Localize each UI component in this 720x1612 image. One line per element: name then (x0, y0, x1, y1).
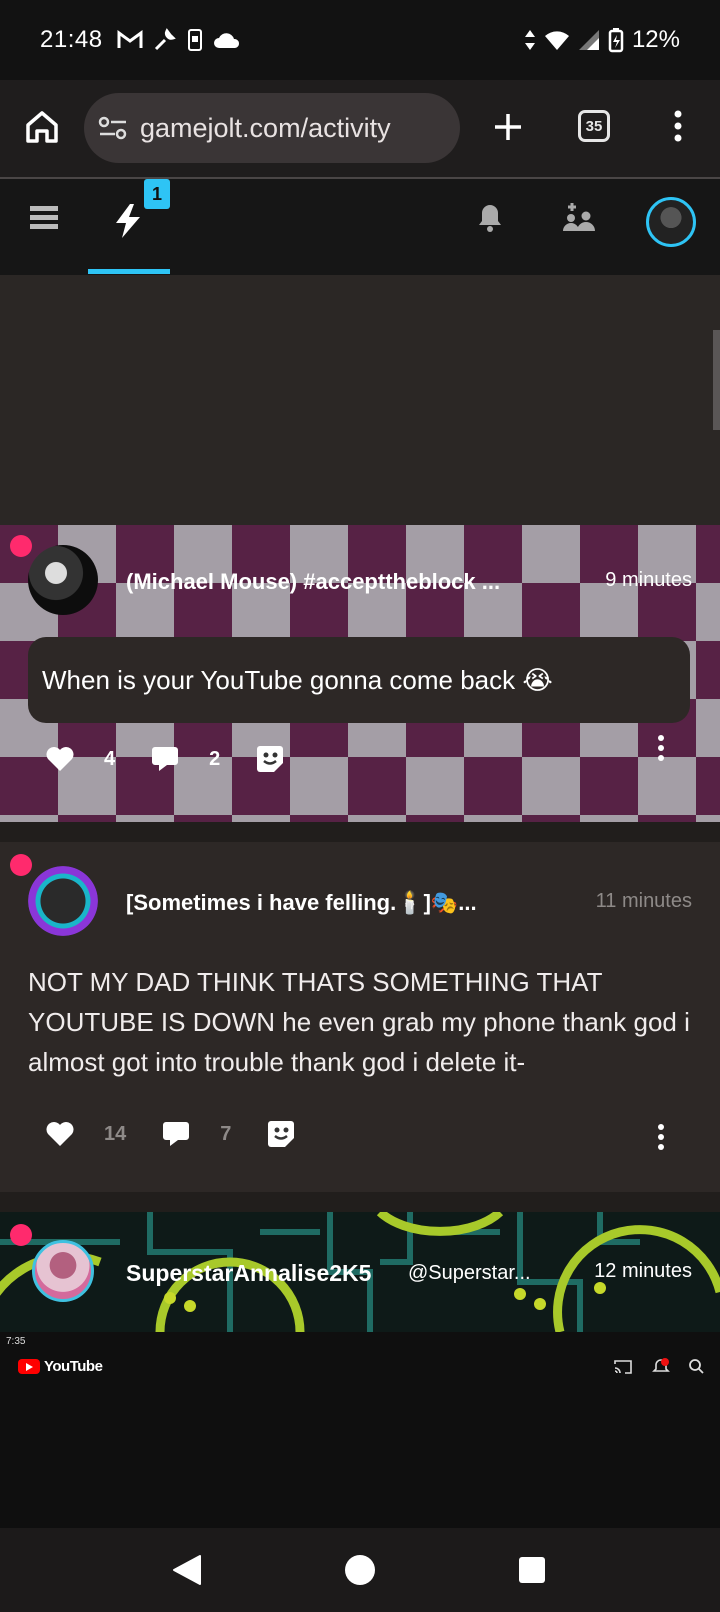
screen: 21:48 12% gamejolt.com/activity 35 1 (Mi… (0, 0, 720, 1612)
post-image[interactable]: 7:35 YouTube (0, 1332, 720, 1528)
url-text: gamejolt.com/activity (140, 112, 391, 143)
tabs-icon[interactable]: 35 (578, 110, 610, 142)
comment-icon[interactable] (151, 745, 179, 773)
activity-badge: 1 (144, 179, 170, 209)
battery-icon (608, 28, 624, 53)
post-actions: 14 7 (46, 1120, 295, 1148)
phone-icon (187, 29, 202, 51)
post-card[interactable]: SuperstarAnnalise2K5 @Superstar... 12 mi… (0, 1212, 720, 1332)
comment-count: 2 (209, 747, 221, 770)
like-count: 4 (104, 747, 116, 770)
youtube-logo: YouTube (18, 1358, 103, 1375)
activity-bolt-icon[interactable] (112, 203, 144, 239)
post-actions: 4 2 (46, 745, 284, 773)
gmail-icon (117, 30, 143, 48)
post-content: NOT MY DAD THINK THATS SOMETHING THAT YO… (28, 967, 690, 1077)
live-indicator (10, 535, 32, 557)
wifi-icon (544, 31, 569, 50)
browser-toolbar: gamejolt.com/activity 35 (0, 80, 720, 178)
like-icon[interactable] (46, 1121, 74, 1147)
signal-icon (578, 30, 599, 50)
post-content: When is your YouTube gonna come back 😭 (28, 637, 690, 723)
status-notification-icons (117, 28, 241, 52)
home-icon[interactable] (24, 109, 60, 145)
recents-icon[interactable] (518, 1556, 546, 1584)
data-arrows-icon (524, 30, 535, 50)
post-card[interactable]: (Michael Mouse) #accepttheblock ... 9 mi… (0, 525, 720, 822)
home-button-icon[interactable] (344, 1554, 376, 1586)
battery-level: 12% (631, 26, 680, 53)
post-handle[interactable]: @Superstar... (408, 1262, 531, 1285)
site-settings-icon[interactable] (98, 115, 128, 141)
post-username[interactable]: (Michael Mouse) #accepttheblock ... (126, 569, 566, 595)
gamejolt-nav: 1 (0, 179, 720, 275)
address-bar[interactable]: gamejolt.com/activity (84, 93, 460, 163)
post-more-icon[interactable] (657, 1124, 665, 1150)
youtube-play-icon (18, 1359, 40, 1374)
avatar[interactable] (28, 866, 98, 936)
avatar[interactable] (28, 545, 98, 615)
post-username[interactable]: [Sometimes i have felling.🕯️]🎭... (126, 890, 546, 916)
live-indicator (10, 1224, 32, 1246)
loading-area (0, 275, 720, 525)
post-more-icon[interactable] (657, 735, 665, 761)
embedded-status-time: 7:35 (6, 1336, 26, 1347)
status-bar: 21:48 12% (0, 0, 720, 80)
post-username[interactable]: SuperstarAnnalise2K5 (126, 1260, 416, 1287)
search-icon (689, 1359, 704, 1374)
sticker-icon[interactable] (267, 1120, 295, 1148)
notifications-bell-icon[interactable] (478, 203, 502, 233)
status-time: 21:48 (40, 26, 103, 53)
active-tab-indicator (88, 269, 170, 274)
post-time: 12 minutes (594, 1260, 692, 1282)
like-icon[interactable] (46, 746, 74, 772)
android-navigation-bar (0, 1528, 720, 1612)
post-separator (0, 1192, 720, 1212)
comment-count: 7 (220, 1122, 232, 1145)
more-icon[interactable] (674, 110, 682, 142)
wrench-icon (154, 28, 176, 51)
status-system-icons: 12% (524, 26, 680, 54)
avatar[interactable] (32, 1240, 94, 1302)
like-count: 14 (104, 1122, 127, 1145)
notification-bell-icon (652, 1358, 670, 1372)
back-icon[interactable] (172, 1554, 202, 1586)
cast-icon (614, 1360, 632, 1374)
live-indicator (10, 854, 32, 876)
post-time: 11 minutes (595, 890, 692, 912)
sticker-icon[interactable] (256, 745, 284, 773)
user-avatar[interactable] (646, 197, 696, 247)
menu-icon[interactable] (30, 205, 58, 229)
post-card[interactable]: [Sometimes i have felling.🕯️]🎭... 11 min… (0, 842, 720, 1192)
post-separator (0, 822, 720, 842)
comment-icon[interactable] (162, 1120, 190, 1148)
new-tab-icon[interactable] (492, 111, 524, 143)
scrollbar-thumb[interactable] (713, 330, 720, 430)
friends-icon[interactable] (562, 201, 596, 233)
post-time: 9 minutes (605, 569, 692, 591)
cloud-icon (213, 33, 239, 48)
